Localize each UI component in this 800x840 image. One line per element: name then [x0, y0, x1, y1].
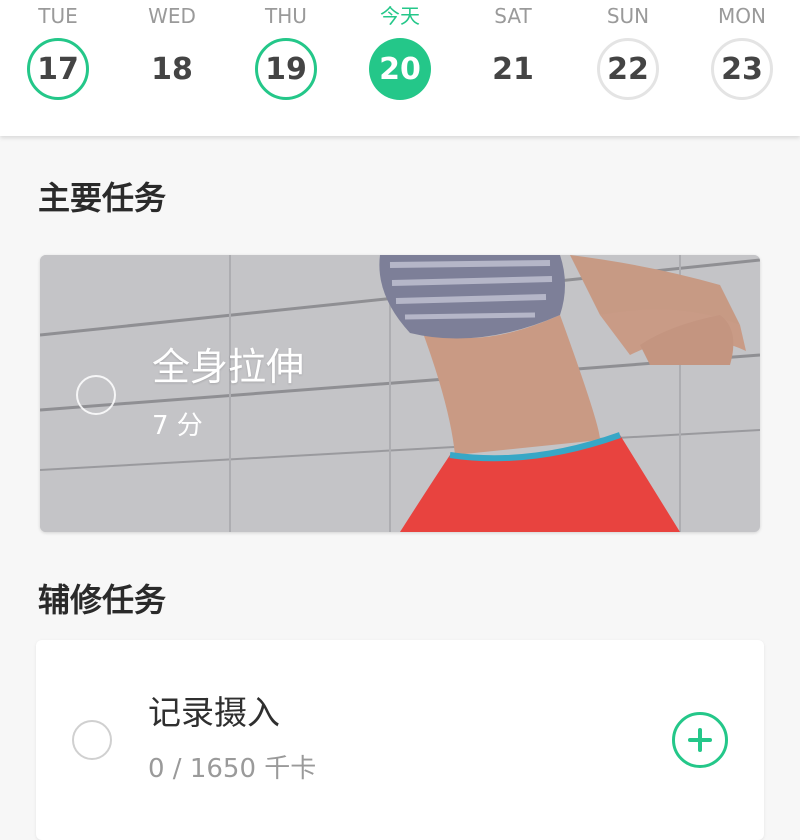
workout-photo — [40, 255, 760, 532]
day-thu[interactable]: THU 19 — [236, 0, 336, 136]
date-circle-completed: 17 — [27, 38, 89, 100]
day-of-week-label: TUE — [38, 4, 78, 28]
day-of-week-label: SAT — [494, 4, 532, 28]
workout-duration: 7 分 — [152, 411, 203, 441]
day-of-week-label: THU — [265, 4, 307, 28]
workout-title: 全身拉伸 — [152, 345, 305, 389]
date-circle-future: 22 — [597, 38, 659, 100]
main-tasks-heading: 主要任务 — [38, 179, 167, 217]
date-number: 21 — [492, 51, 534, 87]
week-date-strip: TUE 17 WED 18 THU 19 今天 20 SAT 21 SUN 22… — [0, 0, 800, 136]
day-tue[interactable]: TUE 17 — [8, 0, 108, 136]
day-mon[interactable]: MON 23 — [692, 0, 792, 136]
day-of-week-label: 今天 — [380, 4, 420, 28]
day-wed[interactable]: WED 18 — [122, 0, 222, 136]
date-circle-today: 20 — [369, 38, 431, 100]
stretch-complete-checkbox[interactable] — [76, 375, 116, 415]
plus-icon — [688, 728, 712, 752]
intake-complete-checkbox[interactable] — [72, 720, 112, 760]
day-of-week-label: MON — [718, 4, 766, 28]
day-sun[interactable]: SUN 22 — [578, 0, 678, 136]
date-circle-future: 23 — [711, 38, 773, 100]
calorie-progress: 0 / 1650 千卡 — [148, 754, 317, 784]
intake-log-card[interactable]: 记录摄入 0 / 1650 千卡 — [36, 640, 764, 840]
day-of-week-label: WED — [148, 4, 196, 28]
stretch-workout-card[interactable]: 全身拉伸 7 分 — [40, 255, 760, 532]
day-today[interactable]: 今天 20 — [350, 0, 450, 136]
intake-title: 记录摄入 — [148, 693, 280, 732]
day-of-week-label: SUN — [606, 4, 650, 28]
day-sat[interactable]: SAT 21 — [463, 0, 563, 136]
add-intake-button[interactable] — [672, 712, 728, 768]
date-number: 18 — [151, 51, 193, 87]
date-circle-completed: 19 — [255, 38, 317, 100]
aux-tasks-heading: 辅修任务 — [38, 581, 167, 619]
